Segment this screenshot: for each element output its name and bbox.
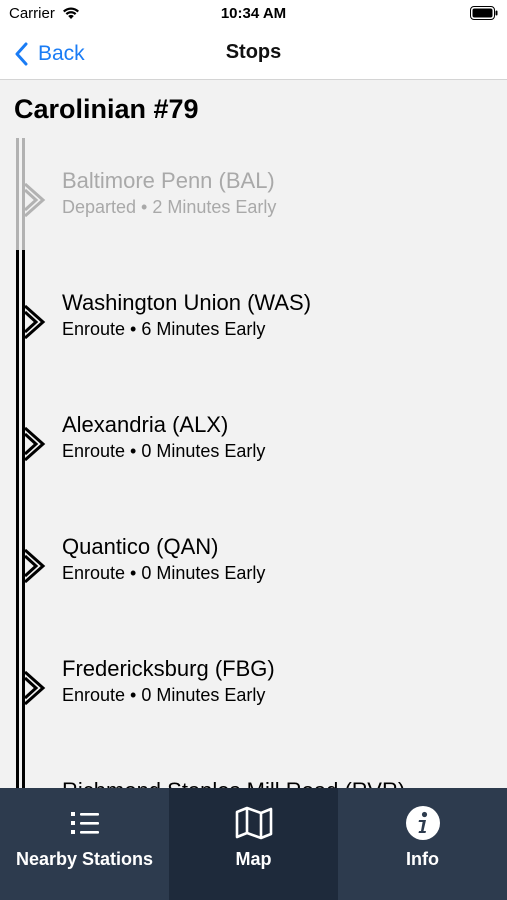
tab-label: Map: [235, 849, 272, 869]
stop-name: Washington Union (WAS): [62, 290, 312, 315]
stop-status: Enroute • 0 Minutes Early: [62, 563, 266, 583]
info-icon: [405, 806, 441, 840]
stop-status: Enroute • 0 Minutes Early: [62, 441, 266, 461]
battery-icon: [470, 6, 498, 25]
stop-item[interactable]: Alexandria (ALX) Enroute • 0 Minutes Ear…: [0, 406, 507, 486]
tab-map[interactable]: Map: [169, 788, 338, 900]
stop-item[interactable]: Fredericksburg (FBG) Enroute • 0 Minutes…: [0, 650, 507, 730]
page-title: Stops: [225, 41, 282, 63]
stop-status: Departed • 2 Minutes Early: [62, 197, 277, 217]
map-icon: [235, 806, 273, 840]
chevron-right-icon: [23, 670, 46, 706]
tab-label: Nearby Stations: [15, 849, 154, 869]
chevron-right-icon: [23, 304, 46, 340]
chevron-right-icon: [23, 426, 46, 462]
chevron-right-icon: [23, 548, 46, 584]
tab-label: Info: [406, 849, 439, 869]
clock: 10:34 AM: [220, 5, 287, 22]
stop-name: Alexandria (ALX): [62, 412, 229, 437]
stop-name: Richmond Staples Mill Road (RVR): [62, 778, 405, 788]
tab-bar: Nearby Stations Map Info: [0, 788, 507, 900]
stop-status: Enroute • 0 Minutes Early: [62, 685, 266, 705]
stop-item[interactable]: Baltimore Penn (BAL) Departed • 2 Minute…: [0, 162, 507, 242]
stop-status: Enroute • 6 Minutes Early: [62, 319, 266, 339]
stops-list[interactable]: Carolinian #79 Baltimore Penn (BAL) Depa…: [0, 80, 507, 788]
train-title: Carolinian #79: [14, 94, 199, 124]
stop-item[interactable]: Quantico (QAN) Enroute • 0 Minutes Early: [0, 528, 507, 608]
stop-item[interactable]: Washington Union (WAS) Enroute • 6 Minut…: [0, 284, 507, 364]
tab-info[interactable]: Info: [338, 788, 507, 900]
stop-name: Baltimore Penn (BAL): [62, 168, 275, 193]
chevron-right-icon: [23, 182, 46, 218]
tab-nearby-stations[interactable]: Nearby Stations: [0, 788, 169, 900]
stop-name: Fredericksburg (FBG): [62, 656, 275, 681]
stop-name: Quantico (QAN): [62, 534, 219, 559]
list-icon: [70, 806, 100, 840]
navigation-bar: Back Stops: [0, 30, 507, 80]
status-bar: Carrier 10:34 AM: [0, 0, 507, 30]
stop-item[interactable]: Richmond Staples Mill Road (RVR): [0, 772, 507, 788]
